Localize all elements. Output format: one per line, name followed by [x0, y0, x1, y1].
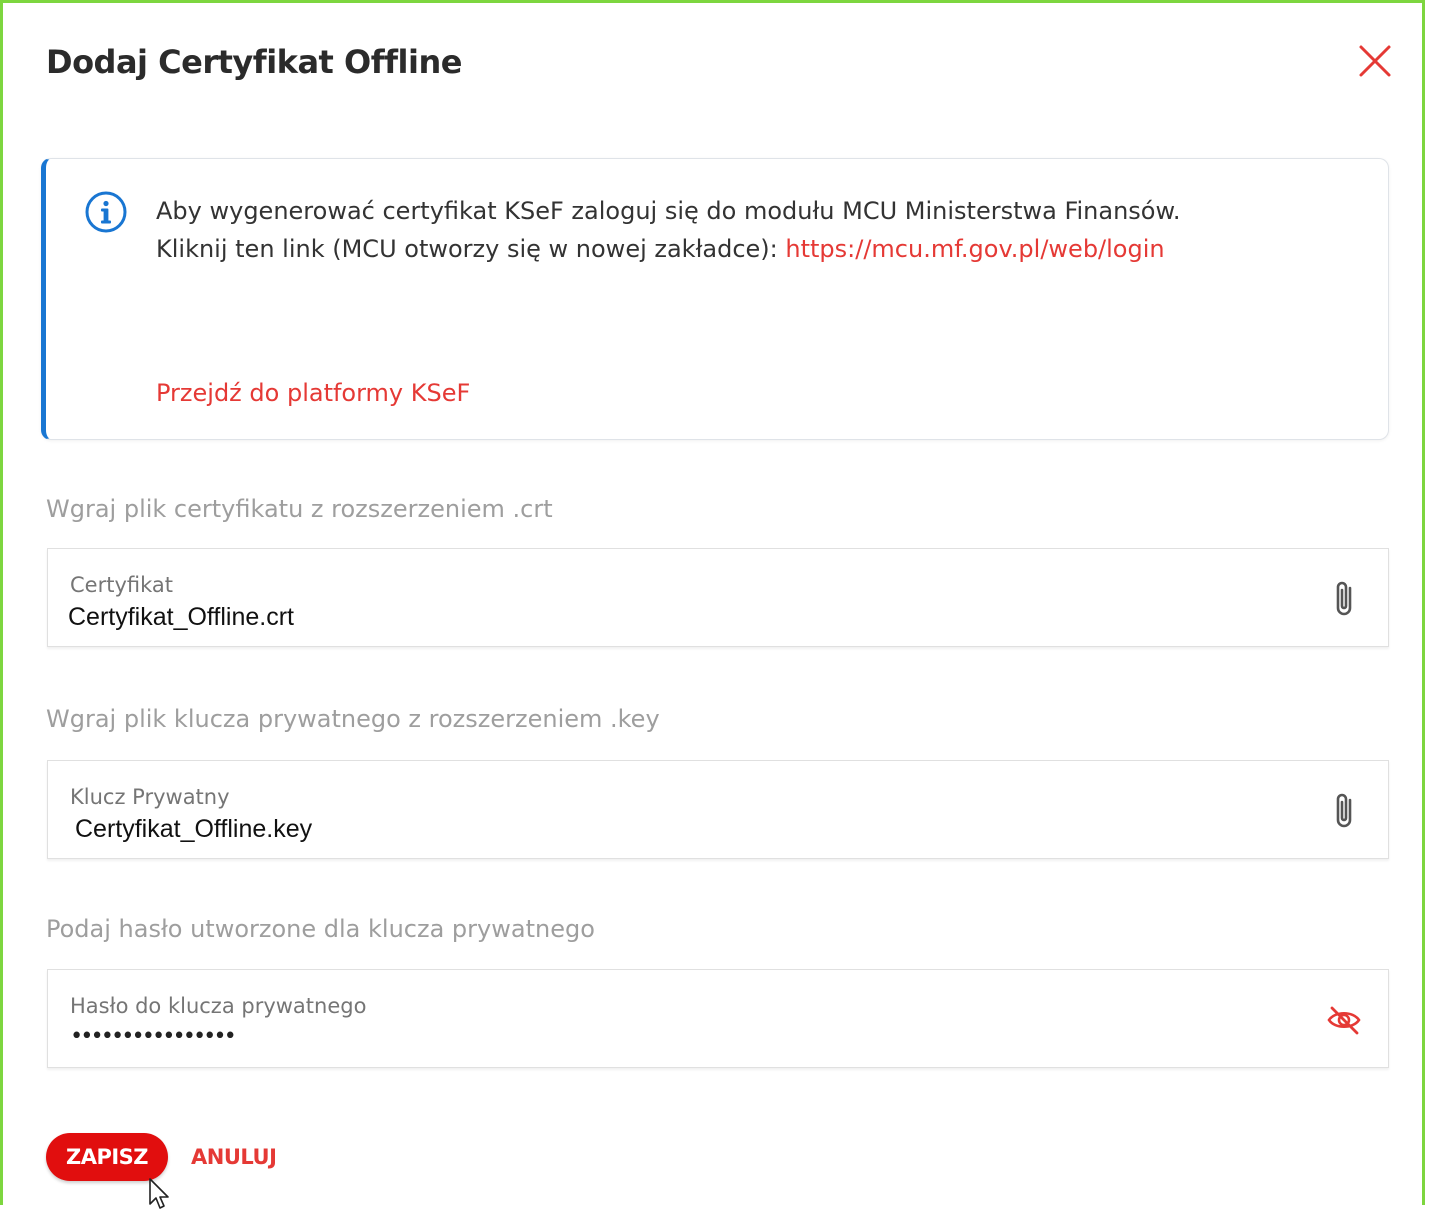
paperclip-icon[interactable] [1326, 791, 1362, 831]
dialog: Dodaj Certyfikat Offline Aby wygenerować… [0, 0, 1425, 1209]
info-link-prefix: Kliknij ten link (MCU otworzy się w nowe… [156, 235, 786, 263]
password-field-label: Hasło do klucza prywatnego [70, 994, 367, 1018]
certificate-file-value: Certyfikat_Offline.crt [68, 603, 295, 631]
close-icon [1359, 45, 1391, 77]
eye-off-icon[interactable] [1326, 1000, 1362, 1040]
certificate-section-label: Wgraj plik certyfikatu z rozszerzeniem .… [46, 495, 553, 523]
save-button[interactable]: ZAPISZ [46, 1133, 168, 1181]
mouse-cursor-icon [149, 1178, 169, 1209]
info-text: Aby wygenerować certyfikat KSeF zaloguj … [156, 197, 1181, 225]
private-key-field[interactable]: Klucz Prywatny Certyfikat_Offline.key [47, 760, 1389, 859]
info-link-line: Kliknij ten link (MCU otworzy się w nowe… [156, 235, 1165, 263]
cancel-button[interactable]: ANULUJ [183, 1133, 284, 1181]
paperclip-icon[interactable] [1326, 579, 1362, 619]
info-icon [85, 191, 127, 233]
dialog-title: Dodaj Certyfikat Offline [46, 43, 462, 81]
password-field[interactable]: Hasło do klucza prywatnego •••••••••••••… [47, 969, 1389, 1068]
private-key-section-label: Wgraj plik klucza prywatnego z rozszerze… [46, 705, 660, 733]
private-key-field-label: Klucz Prywatny [70, 785, 230, 809]
certificate-field[interactable]: Certyfikat Certyfikat_Offline.crt [47, 548, 1389, 647]
private-key-file-value: Certyfikat_Offline.key [75, 815, 313, 843]
info-box: Aby wygenerować certyfikat KSeF zaloguj … [41, 158, 1389, 440]
ksef-platform-link[interactable]: Przejdź do platformy KSeF [156, 379, 470, 407]
password-value: •••••••••••••••• [70, 1024, 237, 1049]
certificate-field-label: Certyfikat [70, 573, 174, 597]
password-section-label: Podaj hasło utworzone dla klucza prywatn… [46, 915, 595, 943]
mcu-link[interactable]: https://mcu.mf.gov.pl/web/login [785, 235, 1164, 263]
close-button[interactable] [1355, 41, 1395, 81]
